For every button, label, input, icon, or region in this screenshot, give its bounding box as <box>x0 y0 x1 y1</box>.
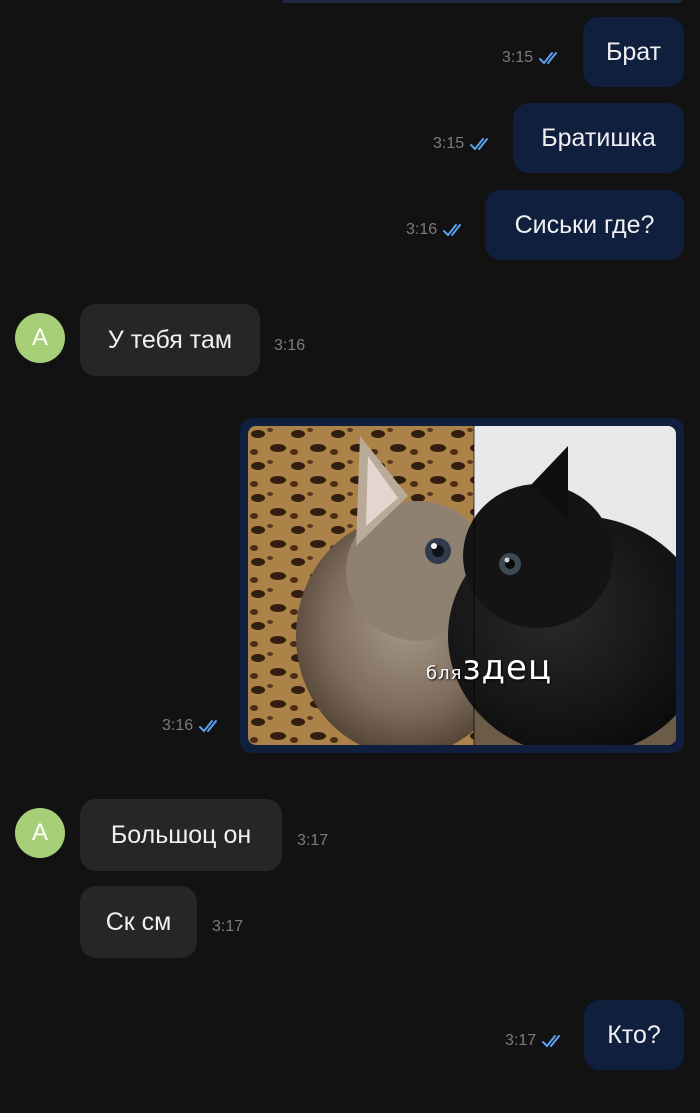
message-text: Сиськи где? <box>514 210 655 239</box>
double-check-icon <box>199 720 218 733</box>
message-time: 3:16 <box>162 717 225 735</box>
kitten-meme-image[interactable]: бляздец <box>248 426 676 745</box>
outgoing-message-bubble[interactable]: Братишка <box>513 103 684 173</box>
kitten-meme-picture <box>248 426 676 745</box>
double-check-icon <box>443 224 462 237</box>
double-check-icon <box>542 1035 561 1048</box>
outgoing-image-message[interactable]: бляздец <box>240 418 684 753</box>
message-text: Брат <box>605 37 662 66</box>
message-text: У тебя там <box>107 325 233 354</box>
message-time: 3:17 <box>297 832 329 849</box>
double-check-icon <box>539 52 558 65</box>
outgoing-message-bubble[interactable]: Кто? <box>584 1000 684 1070</box>
message-time: 3:17 <box>505 1032 568 1050</box>
message-time: 3:17 <box>212 918 244 935</box>
meme-caption: бляздец <box>426 648 553 688</box>
message-time: 3:16 <box>274 337 306 354</box>
incoming-message-bubble[interactable]: Ск см <box>80 886 197 958</box>
incoming-message-bubble[interactable]: У тебя там <box>80 304 260 376</box>
incoming-message-bubble[interactable]: Большоц он <box>80 799 282 871</box>
message-text: Кто? <box>607 1020 661 1049</box>
outgoing-message-bubble[interactable]: Сиськи где? <box>485 190 684 260</box>
message-text: Ск см <box>105 907 172 936</box>
message-text: Братишка <box>541 123 656 152</box>
message-time: 3:15 <box>433 135 496 153</box>
message-time: 3:16 <box>406 221 469 239</box>
contact-avatar[interactable]: А <box>15 808 65 858</box>
previous-message-edge <box>282 0 682 3</box>
message-text: Большоц он <box>110 820 252 849</box>
contact-avatar[interactable]: А <box>15 313 65 363</box>
message-time: 3:15 <box>502 49 565 67</box>
double-check-icon <box>470 138 489 151</box>
outgoing-message-bubble[interactable]: Брат <box>583 17 684 87</box>
